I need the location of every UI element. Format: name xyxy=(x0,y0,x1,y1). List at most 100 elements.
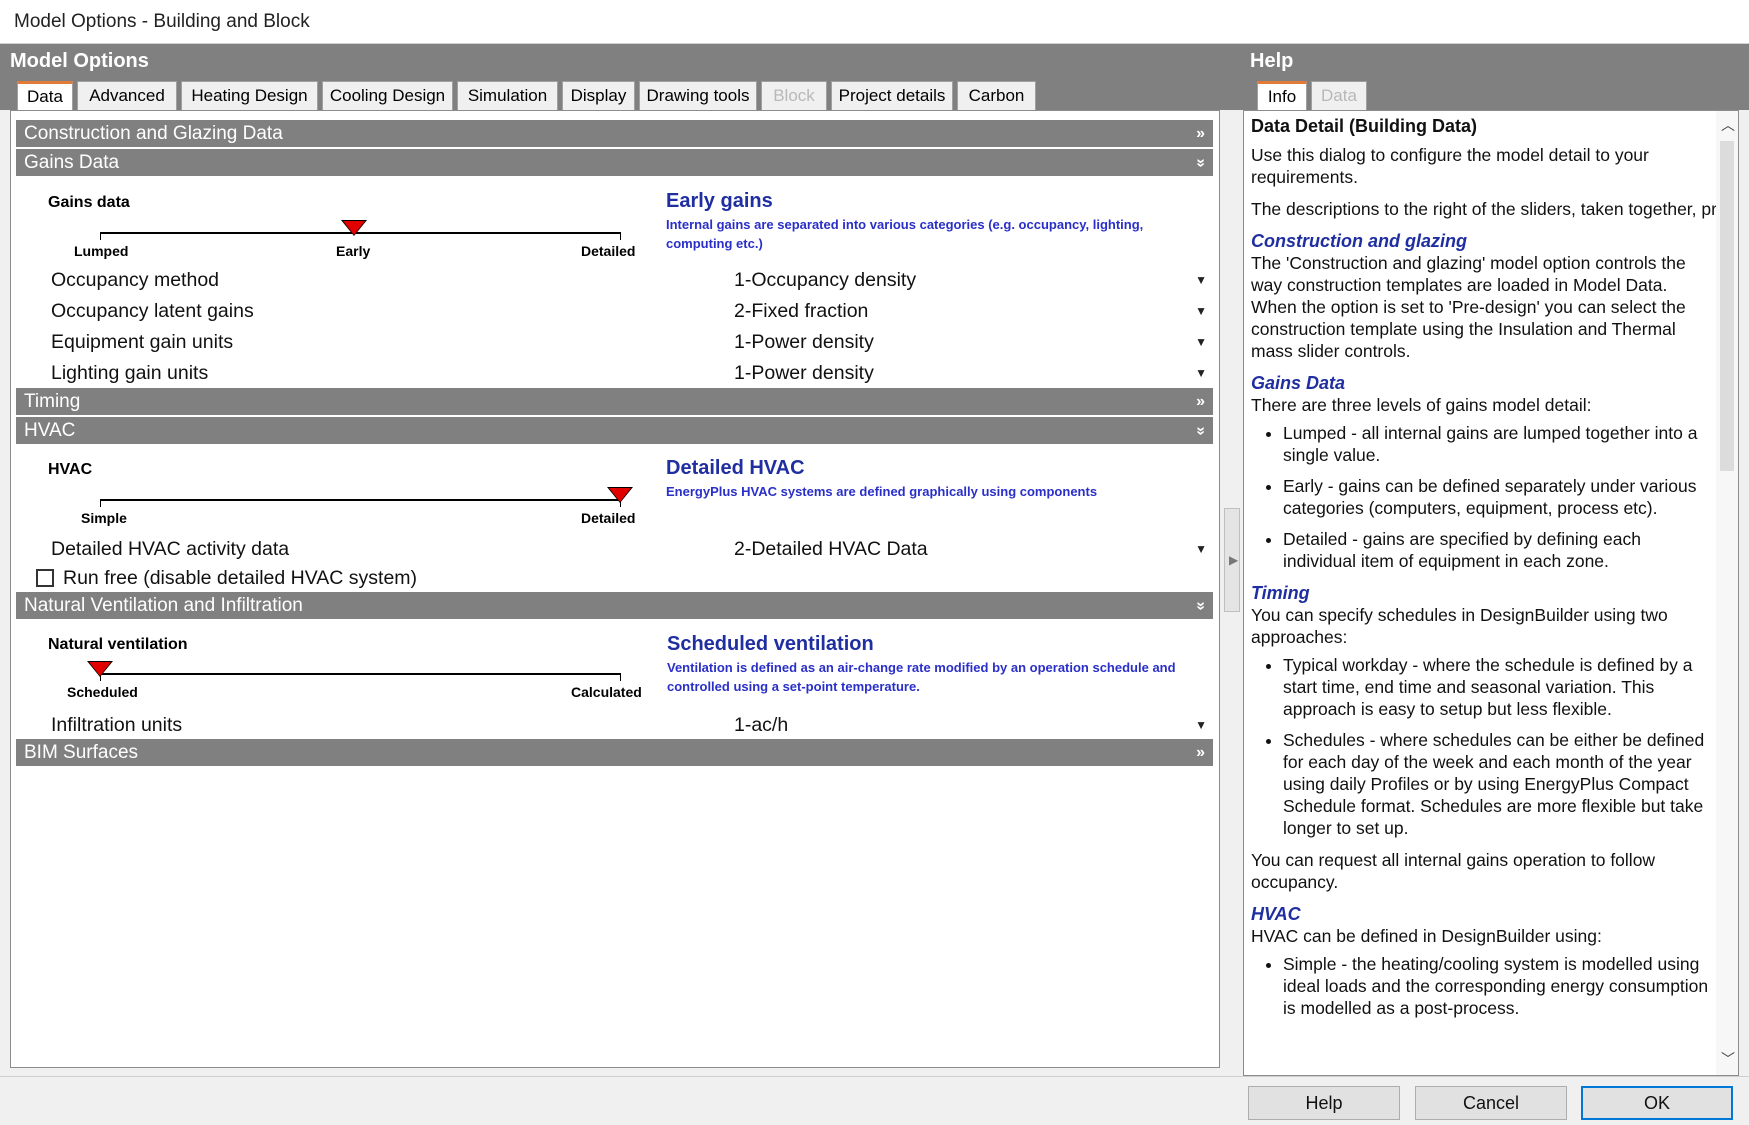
window-title: Model Options - Building and Block xyxy=(0,0,1749,44)
collapse-chevron-icon[interactable]: » xyxy=(1187,159,1215,168)
help-button[interactable]: Help xyxy=(1248,1086,1400,1120)
list-item: Early - gains can be defined separately … xyxy=(1283,475,1716,519)
section-timing[interactable]: Timing » xyxy=(16,388,1213,416)
dropdown-arrow-icon[interactable]: ▼ xyxy=(1195,359,1207,387)
dropdown-arrow-icon[interactable]: ▼ xyxy=(1195,297,1207,325)
infiltration-units-label: Infiltration units xyxy=(51,714,183,736)
slider-tick xyxy=(620,232,621,240)
tick-label-calculated: Calculated xyxy=(571,684,642,700)
tab-heating-design[interactable]: Heating Design xyxy=(181,81,318,110)
cancel-button[interactable]: Cancel xyxy=(1415,1086,1567,1120)
help-gains-list: Lumped - all internal gains are lumped t… xyxy=(1251,422,1716,572)
tick-label-detailed: Detailed xyxy=(581,243,636,259)
tick-label-simple: Simple xyxy=(81,510,127,526)
tab-project-details[interactable]: Project details xyxy=(831,81,953,110)
natvent-slider-label: Natural ventilation xyxy=(48,636,188,653)
tab-cooling-design[interactable]: Cooling Design xyxy=(322,81,453,110)
section-gains-data[interactable]: Gains Data » xyxy=(16,149,1213,177)
dropdown-arrow-icon[interactable]: ▼ xyxy=(1195,328,1207,356)
hvac-activity-label: Detailed HVAC activity data xyxy=(51,538,290,560)
occupancy-method-label: Occupancy method xyxy=(51,269,220,291)
help-timing-title: Timing xyxy=(1251,583,1310,603)
help-intro-1: Use this dialog to configure the model d… xyxy=(1251,145,1649,187)
hvac-desc-text: EnergyPlus HVAC systems are defined grap… xyxy=(666,484,1098,499)
panel-splitter[interactable]: ▶ xyxy=(1224,508,1240,612)
tick-label-scheduled: Scheduled xyxy=(67,684,138,700)
natvent-slider-track[interactable] xyxy=(100,673,620,675)
list-item: Lumped - all internal gains are lumped t… xyxy=(1283,422,1716,466)
splitter-arrow-icon[interactable]: ▶ xyxy=(1229,553,1238,567)
gains-desc-title: Early gains xyxy=(666,190,773,212)
section-hvac[interactable]: HVAC » xyxy=(16,417,1213,445)
collapse-chevron-icon[interactable]: » xyxy=(1187,427,1215,436)
model-options-header: Model Options xyxy=(0,44,1240,78)
dropdown-arrow-icon[interactable]: ▼ xyxy=(1195,266,1207,294)
help-gains-title: Gains Data xyxy=(1251,373,1346,393)
help-tab-data[interactable]: Data xyxy=(1311,81,1367,110)
section-title: BIM Surfaces xyxy=(24,742,139,763)
natvent-slider-thumb[interactable] xyxy=(89,662,111,676)
select-value: 1-ac/h xyxy=(734,714,789,736)
list-item: Schedules - where schedules can be eithe… xyxy=(1283,729,1716,839)
run-free-checkbox[interactable] xyxy=(36,569,54,587)
equipment-gain-units-select[interactable]: 1-Power density ▼ xyxy=(731,328,1215,356)
occupancy-method-select[interactable]: 1-Occupancy density ▼ xyxy=(731,266,1215,294)
footer-divider xyxy=(0,1076,1749,1077)
expand-chevron-icon[interactable]: » xyxy=(1196,739,1205,767)
equipment-gain-units-label: Equipment gain units xyxy=(51,331,234,353)
help-panel: Data Detail (Building Data) Use this dia… xyxy=(1243,110,1739,1076)
help-timing-text-2: You can request all internal gains opera… xyxy=(1251,850,1656,892)
help-heading: Data Detail (Building Data) xyxy=(1251,116,1478,136)
lighting-gain-units-label: Lighting gain units xyxy=(51,362,209,384)
lighting-gain-units-select[interactable]: 1-Power density ▼ xyxy=(731,359,1215,387)
help-scrollbar[interactable]: ︿ ﹀ xyxy=(1716,111,1738,1075)
help-construction-text: The 'Construction and glazing' model opt… xyxy=(1251,253,1686,361)
tab-drawing-tools[interactable]: Drawing tools xyxy=(639,81,757,110)
list-item: Simple - the heating/cooling system is m… xyxy=(1283,953,1716,1019)
dropdown-arrow-icon[interactable]: ▼ xyxy=(1195,535,1207,563)
slider-tick xyxy=(100,232,101,240)
select-value: 1-Occupancy density xyxy=(734,269,917,291)
infiltration-units-select[interactable]: 1-ac/h ▼ xyxy=(731,711,1215,739)
tab-display[interactable]: Display xyxy=(562,81,635,110)
help-construction-title: Construction and glazing xyxy=(1251,231,1467,251)
tick-label-detailed: Detailed xyxy=(581,510,636,526)
natvent-desc-title: Scheduled ventilation xyxy=(667,633,874,655)
scroll-up-icon[interactable]: ︿ xyxy=(1721,115,1735,135)
scrollbar-thumb[interactable] xyxy=(1720,141,1734,471)
section-natural-ventilation[interactable]: Natural Ventilation and Infiltration » xyxy=(16,592,1213,620)
help-intro-2: The descriptions to the right of the sli… xyxy=(1251,199,1738,219)
select-value: 1-Power density xyxy=(734,362,874,384)
dropdown-arrow-icon[interactable]: ▼ xyxy=(1195,711,1207,739)
natvent-desc-text: Ventilation is defined as an air-change … xyxy=(667,660,1176,694)
select-value: 2-Detailed HVAC Data xyxy=(734,538,928,560)
section-construction-glazing[interactable]: Construction and Glazing Data » xyxy=(16,120,1213,148)
tab-strip: Data Advanced Heating Design Cooling Des… xyxy=(0,78,1240,110)
tab-carbon[interactable]: Carbon xyxy=(957,81,1036,110)
section-bim-surfaces[interactable]: BIM Surfaces » xyxy=(16,739,1213,767)
expand-chevron-icon[interactable]: » xyxy=(1196,120,1205,148)
select-value: 1-Power density xyxy=(734,331,874,353)
hvac-slider-thumb[interactable] xyxy=(609,488,631,502)
tab-data[interactable]: Data xyxy=(17,81,73,110)
gains-slider-thumb[interactable] xyxy=(343,221,365,235)
hvac-desc-title: Detailed HVAC xyxy=(666,457,805,479)
occupancy-latent-gains-select[interactable]: 2-Fixed fraction ▼ xyxy=(731,297,1215,325)
tab-advanced[interactable]: Advanced xyxy=(77,81,177,110)
help-header: Help xyxy=(1240,44,1749,78)
tab-simulation[interactable]: Simulation xyxy=(457,81,558,110)
hvac-slider-label: HVAC xyxy=(48,461,93,478)
hvac-slider-track[interactable] xyxy=(100,499,620,501)
help-tab-info[interactable]: Info xyxy=(1257,81,1307,110)
collapse-chevron-icon[interactable]: » xyxy=(1187,602,1215,611)
hvac-activity-select[interactable]: 2-Detailed HVAC Data ▼ xyxy=(731,535,1215,563)
ok-button[interactable]: OK xyxy=(1581,1086,1733,1120)
tick-label-lumped: Lumped xyxy=(74,243,129,259)
gains-slider-label: Gains data xyxy=(48,194,130,211)
list-item: Detailed - gains are specified by defini… xyxy=(1283,528,1716,572)
expand-chevron-icon[interactable]: » xyxy=(1196,388,1205,416)
gains-desc-text: Internal gains are separated into variou… xyxy=(666,217,1144,251)
run-free-label[interactable]: Run free (disable detailed HVAC system) xyxy=(63,567,417,590)
help-timing-list: Typical workday - where the schedule is … xyxy=(1251,654,1716,839)
scroll-down-icon[interactable]: ﹀ xyxy=(1721,1049,1735,1069)
